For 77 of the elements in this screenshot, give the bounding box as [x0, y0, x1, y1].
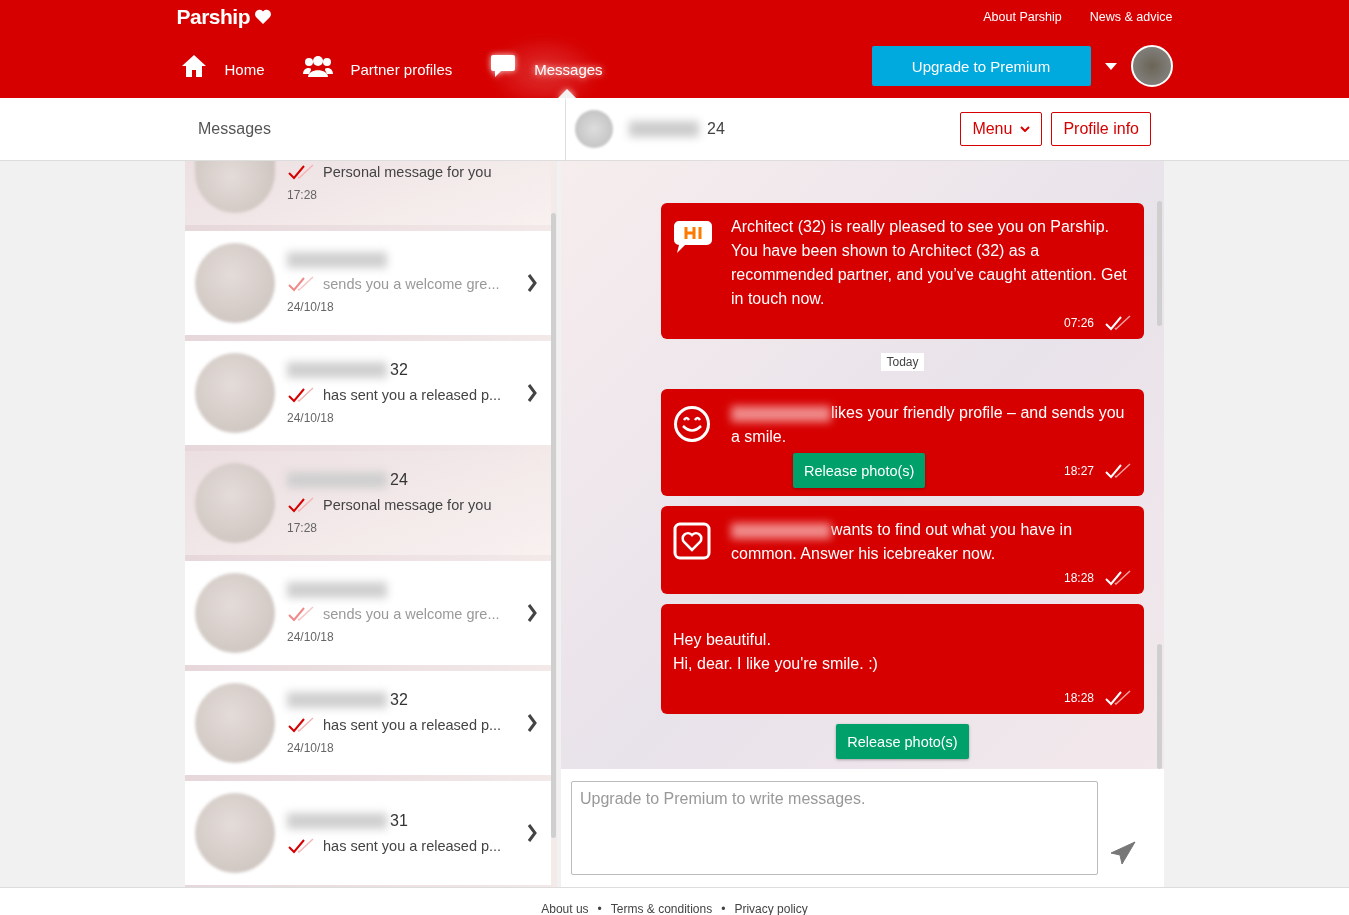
timestamp: 18:27 [1063, 463, 1094, 478]
conversation-item[interactable]: sends you a welcome gre... 24/10/18 [185, 231, 551, 335]
timestamp: 24/10/18 [287, 411, 335, 425]
smiley-icon [673, 405, 711, 443]
top-link[interactable]: About Parship [983, 10, 1062, 24]
age-text: 32 [390, 691, 408, 709]
people-icon [302, 55, 333, 77]
menu-button[interactable]: Menu [960, 112, 1043, 146]
age-text: 24 [390, 471, 408, 489]
chevron-right-icon[interactable] [527, 604, 537, 622]
profile-info-button[interactable]: Profile info [1051, 112, 1151, 146]
chevron-right-icon[interactable] [527, 824, 537, 842]
nav-tab[interactable]: Home [176, 34, 265, 98]
caret-icon[interactable] [1104, 62, 1117, 70]
double-check-icon [287, 387, 315, 403]
message-preview: Personal message for you [323, 497, 492, 513]
timestamp: 18:28 [1063, 571, 1094, 585]
footer-link[interactable]: About us [541, 902, 589, 915]
double-check-icon [287, 838, 315, 854]
heart-icon [254, 9, 273, 25]
double-check-icon [287, 164, 315, 180]
avatar[interactable] [1130, 45, 1173, 87]
chevron-right-icon[interactable] [527, 714, 537, 732]
double-check-icon [1104, 690, 1132, 706]
conversation-item[interactable]: 24 Personal message for you 17:28 [185, 451, 551, 555]
double-check-icon [287, 276, 315, 292]
message-text: Hey beautiful. Hi, dear. I like you're smile. :) [673, 630, 879, 674]
message-input[interactable]: Upgrade to Premium to write messages. [571, 781, 1098, 875]
message-text: likes your friendly profile – and sends you a smile. [731, 403, 1126, 447]
timestamp: 18:28 [1063, 691, 1094, 705]
message-text: wants to find out what you have in common. Answer his icebreaker now. [731, 520, 1074, 564]
message-preview: Personal message for you [323, 164, 492, 180]
message-preview: sends you a welcome gre... [323, 276, 500, 292]
timestamp: 17:28 [287, 521, 319, 535]
top-link[interactable]: News & advice [1089, 10, 1173, 24]
message-preview: has sent you a released p... [323, 838, 502, 854]
double-check-icon [1104, 570, 1132, 586]
message-preview: has sent you a released p... [323, 717, 502, 733]
message-text: Architect (32) is really pleased to see you on Parship. You have been shown to Architect (32) as a recommended partner, and you’ve caught attention. Get in touch now. [731, 217, 1128, 309]
double-check-icon [287, 497, 315, 513]
home-icon [180, 54, 207, 78]
nav-tab[interactable]: Partner profiles [298, 34, 453, 98]
chevron-right-icon[interactable] [527, 384, 537, 402]
timestamp: 17:28 [287, 188, 319, 202]
timestamp: 24/10/18 [287, 300, 335, 314]
double-check-icon [1104, 315, 1132, 331]
chevron-down-icon [1020, 126, 1031, 132]
message-preview: has sent you a released p... [323, 387, 502, 403]
contact-age: 24 [707, 120, 725, 138]
conversation-item[interactable]: Personal message for you 17:28 [185, 161, 551, 225]
release-photos-button[interactable]: Release photo(s) [836, 724, 969, 759]
age-text: 31 [390, 812, 408, 830]
speech-bubble-icon [673, 219, 713, 255]
age-text: 32 [390, 361, 408, 379]
double-check-icon [287, 606, 315, 622]
timestamp: 07:26 [1063, 316, 1094, 330]
separator-dot: • [597, 902, 602, 915]
send-icon[interactable] [1110, 841, 1136, 865]
chevron-right-icon[interactable] [527, 274, 537, 292]
footer-link[interactable]: Privacy policy [734, 902, 808, 915]
date-label: Today [881, 353, 924, 371]
release-photos-button[interactable]: Release photo(s) [793, 453, 926, 488]
timestamp: 24/10/18 [287, 630, 335, 644]
double-check-icon [287, 717, 315, 733]
double-check-icon [1104, 462, 1132, 479]
panel-title: Messages [198, 120, 271, 138]
blurred-name [629, 121, 699, 137]
logo-text[interactable]: Parship [176, 5, 251, 29]
footer-link[interactable]: Terms & conditions [610, 902, 713, 915]
conversation-item[interactable]: 31 has sent you a released p... [185, 781, 551, 885]
conversation-item[interactable]: sends you a welcome gre... 24/10/18 [185, 561, 551, 665]
message-preview: sends you a welcome gre... [323, 606, 500, 622]
timestamp: 24/10/18 [287, 741, 335, 755]
conversation-item[interactable]: 32 has sent you a released p... 24/10/18 [185, 341, 551, 445]
conversation-item[interactable]: 32 has sent you a released p... 24/10/18 [185, 671, 551, 775]
speech-bubble-icon [490, 54, 517, 78]
separator-dot: • [721, 902, 726, 915]
